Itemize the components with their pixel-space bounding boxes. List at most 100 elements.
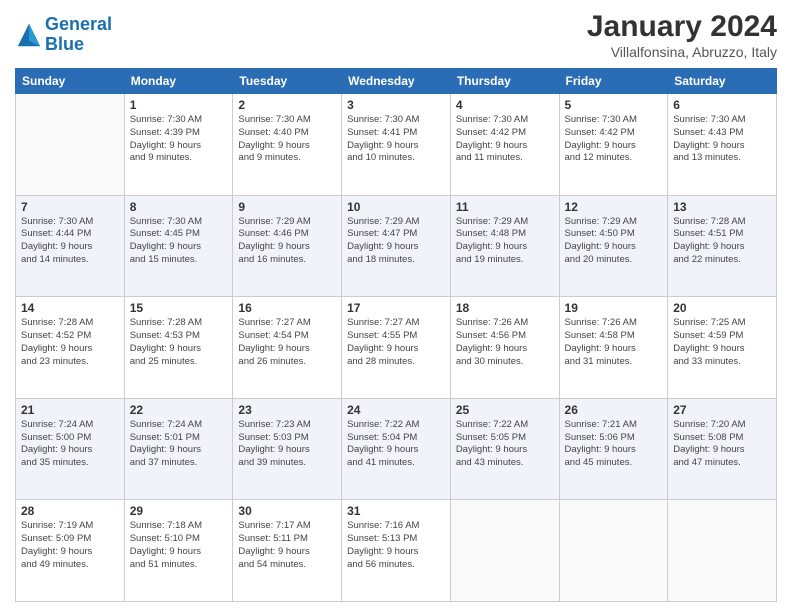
cell-info: Sunrise: 7:28 AM Sunset: 4:52 PM Dayligh… [21, 317, 119, 368]
calendar-cell: 19 Sunrise: 7:26 AM Sunset: 4:58 PM Dayli… [559, 297, 668, 399]
cell-day-number: 26 [565, 403, 663, 417]
cell-info: Sunrise: 7:29 AM Sunset: 4:48 PM Dayligh… [456, 216, 554, 267]
title-block: January 2024 Villalfonsina, Abruzzo, Ita… [587, 10, 777, 60]
cell-info: Sunrise: 7:29 AM Sunset: 4:46 PM Dayligh… [238, 216, 336, 267]
cell-day-number: 20 [673, 301, 771, 315]
calendar-cell: 6 Sunrise: 7:30 AM Sunset: 4:43 PM Daylig… [668, 94, 777, 196]
calendar-body: 1Sunrise: 7:30 AM Sunset: 4:39 PM Daylig… [16, 94, 777, 602]
header: General Blue January 2024 Villalfonsina,… [15, 10, 777, 60]
calendar-cell: 20 Sunrise: 7:25 AM Sunset: 4:59 PM Dayli… [668, 297, 777, 399]
cell-day-number: 19 [565, 301, 663, 315]
cell-info: Sunrise: 7:16 AM Sunset: 5:13 PM Dayligh… [347, 520, 445, 571]
calendar-cell: 21Sunrise: 7:24 AM Sunset: 5:00 PM Dayli… [16, 398, 125, 500]
calendar-cell: 1Sunrise: 7:30 AM Sunset: 4:39 PM Daylig… [124, 94, 233, 196]
cell-day-number: 29 [130, 504, 228, 518]
cell-day-number: 16 [238, 301, 336, 315]
cell-info: Sunrise: 7:30 AM Sunset: 4:42 PM Dayligh… [456, 114, 554, 165]
cell-info: Sunrise: 7:30 AM Sunset: 4:45 PM Dayligh… [130, 216, 228, 267]
cell-info: Sunrise: 7:24 AM Sunset: 5:01 PM Dayligh… [130, 419, 228, 470]
cell-info: Sunrise: 7:22 AM Sunset: 5:05 PM Dayligh… [456, 419, 554, 470]
cell-info: Sunrise: 7:30 AM Sunset: 4:41 PM Dayligh… [347, 114, 445, 165]
calendar-cell: 10Sunrise: 7:29 AM Sunset: 4:47 PM Dayli… [342, 195, 451, 297]
col-friday: Friday [559, 69, 668, 94]
logo: General Blue [15, 15, 112, 55]
cell-day-number: 1 [130, 98, 228, 112]
calendar-cell [450, 500, 559, 602]
cell-day-number: 18 [456, 301, 554, 315]
calendar-cell: 29 Sunrise: 7:18 AM Sunset: 5:10 PM Dayli… [124, 500, 233, 602]
cell-day-number: 11 [456, 200, 554, 214]
cell-info: Sunrise: 7:30 AM Sunset: 4:44 PM Dayligh… [21, 216, 119, 267]
calendar-cell: 27Sunrise: 7:20 AM Sunset: 5:08 PM Dayli… [668, 398, 777, 500]
logo-text: General Blue [45, 15, 112, 55]
calendar-cell: 24Sunrise: 7:22 AM Sunset: 5:04 PM Dayli… [342, 398, 451, 500]
logo-icon [15, 21, 43, 49]
cell-info: Sunrise: 7:18 AM Sunset: 5:10 PM Dayligh… [130, 520, 228, 571]
col-thursday: Thursday [450, 69, 559, 94]
cell-info: Sunrise: 7:17 AM Sunset: 5:11 PM Dayligh… [238, 520, 336, 571]
calendar-cell: 14 Sunrise: 7:28 AM Sunset: 4:52 PM Dayli… [16, 297, 125, 399]
cell-info: Sunrise: 7:26 AM Sunset: 4:58 PM Dayligh… [565, 317, 663, 368]
cell-day-number: 2 [238, 98, 336, 112]
cell-info: Sunrise: 7:28 AM Sunset: 4:53 PM Dayligh… [130, 317, 228, 368]
calendar-title: January 2024 [587, 10, 777, 44]
cell-info: Sunrise: 7:20 AM Sunset: 5:08 PM Dayligh… [673, 419, 771, 470]
calendar-cell: 16Sunrise: 7:27 AM Sunset: 4:54 PM Dayli… [233, 297, 342, 399]
cell-day-number: 17 [347, 301, 445, 315]
cell-day-number: 12 [565, 200, 663, 214]
cell-info: Sunrise: 7:29 AM Sunset: 4:50 PM Dayligh… [565, 216, 663, 267]
cell-info: Sunrise: 7:27 AM Sunset: 4:55 PM Dayligh… [347, 317, 445, 368]
calendar-subtitle: Villalfonsina, Abruzzo, Italy [587, 44, 777, 60]
calendar-cell: 22Sunrise: 7:24 AM Sunset: 5:01 PM Dayli… [124, 398, 233, 500]
calendar-cell: 4 Sunrise: 7:30 AM Sunset: 4:42 PM Daylig… [450, 94, 559, 196]
calendar-table: Sunday Monday Tuesday Wednesday Thursday… [15, 68, 777, 602]
cell-day-number: 8 [130, 200, 228, 214]
cell-day-number: 3 [347, 98, 445, 112]
calendar-cell: 5 Sunrise: 7:30 AM Sunset: 4:42 PM Daylig… [559, 94, 668, 196]
calendar-cell: 9 Sunrise: 7:29 AM Sunset: 4:46 PM Daylig… [233, 195, 342, 297]
calendar-cell [668, 500, 777, 602]
cell-day-number: 28 [21, 504, 119, 518]
calendar-cell: 12 Sunrise: 7:29 AM Sunset: 4:50 PM Dayli… [559, 195, 668, 297]
cell-info: Sunrise: 7:30 AM Sunset: 4:40 PM Dayligh… [238, 114, 336, 165]
calendar-cell: 7 Sunrise: 7:30 AM Sunset: 4:44 PM Daylig… [16, 195, 125, 297]
cell-day-number: 23 [238, 403, 336, 417]
calendar-cell: 3 Sunrise: 7:30 AM Sunset: 4:41 PM Daylig… [342, 94, 451, 196]
calendar-cell: 25Sunrise: 7:22 AM Sunset: 5:05 PM Dayli… [450, 398, 559, 500]
cell-day-number: 31 [347, 504, 445, 518]
calendar-cell: 26Sunrise: 7:21 AM Sunset: 5:06 PM Dayli… [559, 398, 668, 500]
cell-info: Sunrise: 7:26 AM Sunset: 4:56 PM Dayligh… [456, 317, 554, 368]
calendar-cell: 15 Sunrise: 7:28 AM Sunset: 4:53 PM Dayli… [124, 297, 233, 399]
cell-info: Sunrise: 7:30 AM Sunset: 4:42 PM Dayligh… [565, 114, 663, 165]
calendar-cell: 13Sunrise: 7:28 AM Sunset: 4:51 PM Dayli… [668, 195, 777, 297]
cell-day-number: 9 [238, 200, 336, 214]
cell-day-number: 6 [673, 98, 771, 112]
cell-day-number: 30 [238, 504, 336, 518]
calendar-cell: 2 Sunrise: 7:30 AM Sunset: 4:40 PM Daylig… [233, 94, 342, 196]
cell-day-number: 15 [130, 301, 228, 315]
cell-day-number: 5 [565, 98, 663, 112]
cell-day-number: 14 [21, 301, 119, 315]
col-sunday: Sunday [16, 69, 125, 94]
calendar-cell: 11 Sunrise: 7:29 AM Sunset: 4:48 PM Dayli… [450, 195, 559, 297]
calendar-cell: 18 Sunrise: 7:26 AM Sunset: 4:56 PM Dayli… [450, 297, 559, 399]
calendar-cell: 28Sunrise: 7:19 AM Sunset: 5:09 PM Dayli… [16, 500, 125, 602]
calendar-cell: 17 Sunrise: 7:27 AM Sunset: 4:55 PM Dayli… [342, 297, 451, 399]
calendar-cell [559, 500, 668, 602]
cell-info: Sunrise: 7:25 AM Sunset: 4:59 PM Dayligh… [673, 317, 771, 368]
cell-info: Sunrise: 7:30 AM Sunset: 4:43 PM Dayligh… [673, 114, 771, 165]
col-saturday: Saturday [668, 69, 777, 94]
cell-day-number: 21 [21, 403, 119, 417]
cell-day-number: 7 [21, 200, 119, 214]
calendar-cell: 31 Sunrise: 7:16 AM Sunset: 5:13 PM Dayli… [342, 500, 451, 602]
cell-info: Sunrise: 7:28 AM Sunset: 4:51 PM Dayligh… [673, 216, 771, 267]
col-wednesday: Wednesday [342, 69, 451, 94]
header-row: Sunday Monday Tuesday Wednesday Thursday… [16, 69, 777, 94]
week-row-3: 14 Sunrise: 7:28 AM Sunset: 4:52 PM Dayli… [16, 297, 777, 399]
cell-day-number: 4 [456, 98, 554, 112]
page: General Blue January 2024 Villalfonsina,… [0, 0, 792, 612]
calendar-cell [16, 94, 125, 196]
cell-info: Sunrise: 7:23 AM Sunset: 5:03 PM Dayligh… [238, 419, 336, 470]
cell-info: Sunrise: 7:22 AM Sunset: 5:04 PM Dayligh… [347, 419, 445, 470]
cell-info: Sunrise: 7:29 AM Sunset: 4:47 PM Dayligh… [347, 216, 445, 267]
